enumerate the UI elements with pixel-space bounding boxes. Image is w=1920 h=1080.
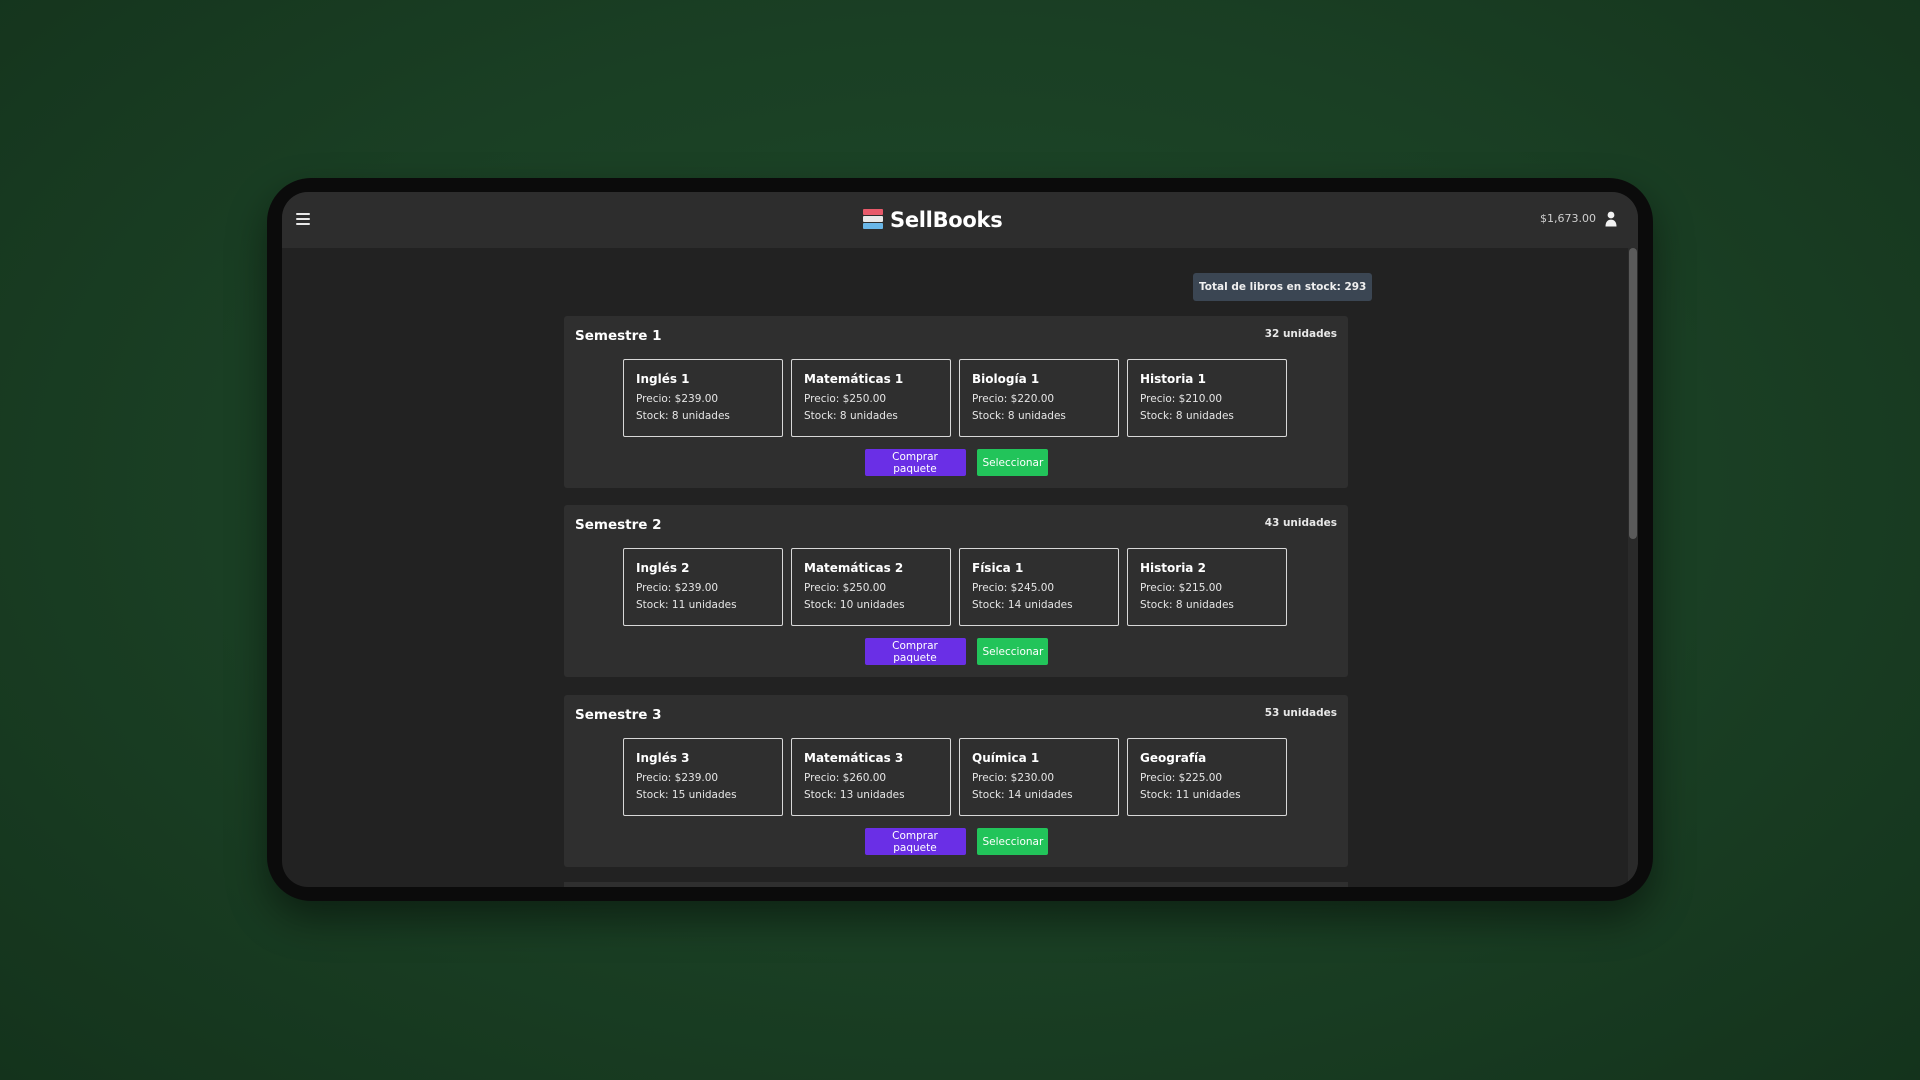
book-price: Precio: $239.00 — [636, 582, 719, 594]
book-card[interactable]: Matemáticas 1 Precio: $250.00 Stock: 8 u… — [791, 359, 951, 437]
top-navbar: SellBooks $1,673.00 — [282, 192, 1638, 248]
next-semester-card-peek — [564, 882, 1348, 887]
book-list: Inglés 3 Precio: $239.00 Stock: 15 unida… — [623, 738, 1287, 816]
semester-title: Semestre 1 — [575, 328, 662, 344]
book-stock: Stock: 11 unidades — [1140, 789, 1241, 801]
book-card[interactable]: Matemáticas 2 Precio: $250.00 Stock: 10 … — [791, 548, 951, 626]
book-stock: Stock: 15 unidades — [636, 789, 737, 801]
book-stock: Stock: 8 unidades — [972, 410, 1066, 422]
semester-title: Semestre 3 — [575, 707, 662, 723]
hamburger-menu-icon[interactable] — [296, 213, 310, 225]
book-title: Física 1 — [972, 561, 1024, 575]
book-stock: Stock: 8 unidades — [636, 410, 730, 422]
book-title: Matemáticas 2 — [804, 561, 904, 575]
book-title: Matemáticas 1 — [804, 372, 904, 386]
book-stock: Stock: 10 unidades — [804, 599, 905, 611]
book-price: Precio: $239.00 — [636, 393, 719, 405]
book-title: Geografía — [1140, 751, 1207, 765]
buy-package-button[interactable]: Comprar paquete — [864, 828, 966, 855]
book-stock: Stock: 8 unidades — [1140, 410, 1234, 422]
book-stock: Stock: 8 unidades — [804, 410, 898, 422]
scrollbar-thumb[interactable] — [1629, 248, 1637, 539]
book-card[interactable]: Biología 1 Precio: $220.00 Stock: 8 unid… — [959, 359, 1119, 437]
book-title: Inglés 2 — [636, 561, 690, 575]
book-stock: Stock: 13 unidades — [804, 789, 905, 801]
semester-title: Semestre 2 — [575, 517, 662, 533]
book-title: Biología 1 — [972, 372, 1040, 386]
book-card[interactable]: Inglés 3 Precio: $239.00 Stock: 15 unida… — [623, 738, 783, 816]
semester-units: 32 unidades — [1264, 328, 1337, 340]
book-price: Precio: $239.00 — [636, 772, 719, 784]
semester-card: Semestre 3 53 unidades Inglés 3 Precio: … — [564, 695, 1348, 867]
semester-actions: Comprar paquete Seleccionar — [564, 638, 1348, 665]
book-stock: Stock: 8 unidades — [1140, 599, 1234, 611]
semester-actions: Comprar paquete Seleccionar — [564, 449, 1348, 476]
user-icon[interactable] — [1605, 211, 1617, 227]
book-title: Inglés 3 — [636, 751, 690, 765]
book-title: Historia 2 — [1140, 561, 1206, 575]
book-title: Matemáticas 3 — [804, 751, 904, 765]
buy-package-button[interactable]: Comprar paquete — [864, 638, 966, 665]
book-price: Precio: $250.00 — [804, 582, 887, 594]
book-price: Precio: $215.00 — [1140, 582, 1223, 594]
book-card[interactable]: Historia 1 Precio: $210.00 Stock: 8 unid… — [1127, 359, 1287, 437]
semester-units: 53 unidades — [1264, 707, 1337, 719]
book-stock: Stock: 11 unidades — [636, 599, 737, 611]
book-price: Precio: $230.00 — [972, 772, 1055, 784]
book-card[interactable]: Historia 2 Precio: $215.00 Stock: 8 unid… — [1127, 548, 1287, 626]
balance-amount: $1,673.00 — [1540, 212, 1596, 225]
book-price: Precio: $210.00 — [1140, 393, 1223, 405]
book-list: Inglés 2 Precio: $239.00 Stock: 11 unida… — [623, 548, 1287, 626]
book-list: Inglés 1 Precio: $239.00 Stock: 8 unidad… — [623, 359, 1287, 437]
select-button[interactable]: Seleccionar — [976, 828, 1048, 855]
book-stock: Stock: 14 unidades — [972, 599, 1073, 611]
book-title: Inglés 1 — [636, 372, 690, 386]
buy-package-button[interactable]: Comprar paquete — [864, 449, 966, 476]
total-stock-badge: Total de libros en stock: 293 — [1193, 273, 1373, 301]
book-price: Precio: $260.00 — [804, 772, 887, 784]
books-stack-icon — [862, 208, 884, 232]
book-card[interactable]: Inglés 2 Precio: $239.00 Stock: 11 unida… — [623, 548, 783, 626]
select-button[interactable]: Seleccionar — [976, 449, 1048, 476]
semester-actions: Comprar paquete Seleccionar — [564, 828, 1348, 855]
book-card[interactable]: Química 1 Precio: $230.00 Stock: 14 unid… — [959, 738, 1119, 816]
book-card[interactable]: Geografía Precio: $225.00 Stock: 11 unid… — [1127, 738, 1287, 816]
semester-units: 43 unidades — [1264, 517, 1337, 529]
semester-card: Semestre 2 43 unidades Inglés 2 Precio: … — [564, 505, 1348, 677]
semester-card: Semestre 1 32 unidades Inglés 1 Precio: … — [564, 316, 1348, 488]
book-card[interactable]: Física 1 Precio: $245.00 Stock: 14 unida… — [959, 548, 1119, 626]
book-price: Precio: $250.00 — [804, 393, 887, 405]
book-price: Precio: $225.00 — [1140, 772, 1223, 784]
brand[interactable]: SellBooks — [862, 206, 1003, 234]
book-price: Precio: $220.00 — [972, 393, 1055, 405]
book-title: Química 1 — [972, 751, 1040, 765]
app-name: SellBooks — [890, 208, 1003, 232]
book-stock: Stock: 14 unidades — [972, 789, 1073, 801]
book-card[interactable]: Matemáticas 3 Precio: $260.00 Stock: 13 … — [791, 738, 951, 816]
app-screen: SellBooks $1,673.00 Total de libros en s… — [282, 192, 1638, 887]
tablet-frame: SellBooks $1,673.00 Total de libros en s… — [267, 178, 1653, 901]
select-button[interactable]: Seleccionar — [976, 638, 1048, 665]
book-title: Historia 1 — [1140, 372, 1206, 386]
book-price: Precio: $245.00 — [972, 582, 1055, 594]
book-card[interactable]: Inglés 1 Precio: $239.00 Stock: 8 unidad… — [623, 359, 783, 437]
